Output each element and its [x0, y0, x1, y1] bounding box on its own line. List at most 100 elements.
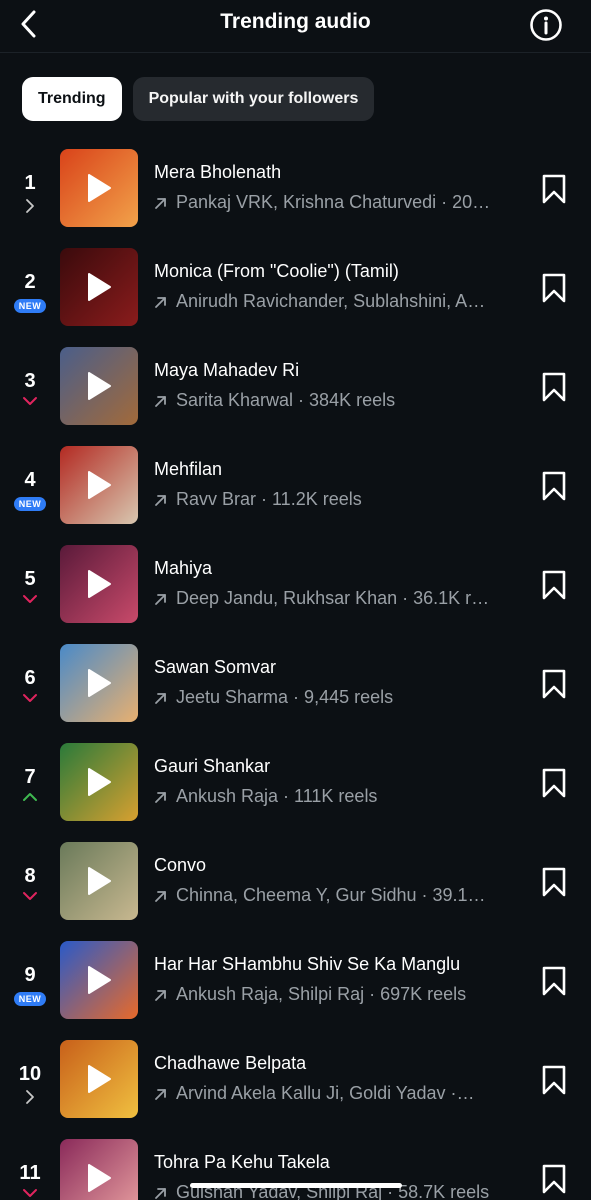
trend-down-icon — [23, 595, 37, 603]
save-audio-button[interactable] — [539, 1063, 569, 1097]
save-audio-button[interactable] — [539, 370, 569, 404]
rank-change-indicator — [0, 693, 60, 703]
rank-change-indicator: NEW — [0, 990, 60, 1006]
play-icon — [88, 273, 111, 301]
trend-up-icon — [23, 793, 37, 801]
rank-change-indicator: NEW — [0, 297, 60, 313]
save-audio-button[interactable] — [539, 964, 569, 998]
info-button[interactable] — [528, 7, 564, 43]
tab-popular-with-followers[interactable]: Popular with your followers — [132, 77, 375, 121]
track-row[interactable]: 2 NEW Monica (From "Coolie") (Tamil) Ani… — [0, 239, 591, 338]
track-row[interactable]: 1 Mera Bholenath Pankaj VRK, Krishna Cha… — [0, 140, 591, 239]
rank-column: 3 — [0, 338, 60, 437]
tab-trending[interactable]: Trending — [22, 77, 122, 121]
rank-column: 9 NEW — [0, 932, 60, 1031]
rank-number: 8 — [24, 865, 36, 887]
save-audio-button[interactable] — [539, 469, 569, 503]
track-title: Gauri Shankar — [154, 756, 271, 776]
track-title: Maya Mahadev Ri — [154, 360, 300, 380]
album-art[interactable] — [60, 347, 138, 425]
album-art[interactable] — [60, 1040, 138, 1118]
save-audio-button[interactable] — [539, 766, 569, 800]
track-title: Monica (From "Coolie") (Tamil) — [154, 261, 399, 281]
track-title: Mera Bholenath — [154, 162, 282, 182]
track-subtitle: Arvind Akela Kallu Ji, Goldi Yadav ·… — [154, 1083, 514, 1104]
album-art[interactable] — [60, 545, 138, 623]
track-subtitle: Sarita Kharwal · 384K reels — [154, 390, 514, 411]
track-title: Mahiya — [154, 558, 213, 578]
bookmark-icon — [542, 669, 566, 699]
play-icon-wrap — [60, 743, 138, 821]
album-art[interactable] — [60, 248, 138, 326]
track-artists-reels: Jeetu Sharma · 9,445 reels — [176, 687, 394, 707]
album-art[interactable] — [60, 743, 138, 821]
save-audio-button[interactable] — [539, 568, 569, 602]
track-row[interactable]: 4 NEW Mehfilan Ravv Brar · 11.2K reels — [0, 437, 591, 536]
track-title: Tohra Pa Kehu Takela — [154, 1152, 330, 1172]
play-icon-wrap — [60, 446, 138, 524]
rank-column: 1 — [0, 140, 60, 239]
track-title: Convo — [154, 855, 207, 875]
rank-number: 7 — [24, 766, 36, 788]
rank-change-indicator — [0, 1089, 60, 1105]
rank-number: 2 — [24, 271, 36, 293]
trending-arrow-icon — [154, 394, 168, 408]
play-icon-wrap — [60, 1139, 138, 1200]
rank-number: 6 — [24, 667, 36, 689]
rank-change-indicator — [0, 891, 60, 901]
track-title: Mehfilan — [154, 459, 223, 479]
trend-down-icon — [23, 397, 37, 405]
new-badge: NEW — [13, 299, 47, 313]
play-icon-wrap — [60, 644, 138, 722]
trending-arrow-icon — [154, 691, 168, 705]
play-icon — [88, 1164, 111, 1192]
rank-change-indicator — [0, 1188, 60, 1198]
trending-arrow-icon — [154, 1087, 168, 1101]
album-art[interactable] — [60, 1139, 138, 1200]
track-row[interactable]: 11 Tohra Pa Kehu Takela Gulshan Yadav, S… — [0, 1130, 591, 1200]
album-art[interactable] — [60, 842, 138, 920]
rank-column: 2 NEW — [0, 239, 60, 338]
track-row[interactable]: 8 Convo Chinna, Cheema Y, Gur Sidhu · 39… — [0, 833, 591, 932]
new-badge: NEW — [13, 497, 47, 511]
save-audio-button[interactable] — [539, 667, 569, 701]
track-subtitle: Deep Jandu, Rukhsar Khan · 36.1K r… — [154, 588, 514, 609]
track-artists-reels: Deep Jandu, Rukhsar Khan · 36.1K r… — [176, 588, 490, 608]
track-row[interactable]: 6 Sawan Somvar Jeetu Sharma · 9,445 reel… — [0, 635, 591, 734]
rank-column: 5 — [0, 536, 60, 635]
track-row[interactable]: 10 Chadhawe Belpata Arvind Akela Kallu J… — [0, 1031, 591, 1130]
save-audio-button[interactable] — [539, 865, 569, 899]
track-subtitle: Chinna, Cheema Y, Gur Sidhu · 39.1… — [154, 885, 514, 906]
track-row[interactable]: 5 Mahiya Deep Jandu, Rukhsar Khan · 36.1… — [0, 536, 591, 635]
track-subtitle: Pankaj VRK, Krishna Chaturvedi · 20… — [154, 192, 514, 213]
save-audio-button[interactable] — [539, 271, 569, 305]
trending-arrow-icon — [154, 889, 168, 903]
track-subtitle: Ankush Raja · 111K reels — [154, 786, 514, 807]
trending-arrow-icon — [154, 988, 168, 1002]
album-art[interactable] — [60, 446, 138, 524]
play-icon-wrap — [60, 149, 138, 227]
album-art[interactable] — [60, 941, 138, 1019]
track-artists-reels: Anirudh Ravichander, Sublahshini, A… — [176, 291, 486, 311]
trend-same-icon — [26, 1090, 34, 1104]
rank-change-indicator — [0, 594, 60, 604]
bookmark-icon — [542, 273, 566, 303]
track-artists-reels: Ankush Raja · 111K reels — [176, 786, 378, 806]
rank-change-indicator: NEW — [0, 495, 60, 511]
filter-tabs: Trending Popular with your followers — [22, 77, 375, 121]
track-row[interactable]: 9 NEW Har Har SHambhu Shiv Se Ka Manglu … — [0, 932, 591, 1031]
album-art[interactable] — [60, 644, 138, 722]
track-title: Sawan Somvar — [154, 657, 277, 677]
play-icon — [88, 174, 111, 202]
rank-column: 8 — [0, 833, 60, 932]
album-art[interactable] — [60, 149, 138, 227]
save-audio-button[interactable] — [539, 172, 569, 206]
track-row[interactable]: 7 Gauri Shankar Ankush Raja · 111K reels — [0, 734, 591, 833]
rank-column: 11 — [0, 1130, 60, 1200]
rank-change-indicator — [0, 396, 60, 406]
trend-same-icon — [26, 199, 34, 213]
trend-down-icon — [23, 1189, 37, 1197]
trend-down-icon — [23, 694, 37, 702]
track-row[interactable]: 3 Maya Mahadev Ri Sarita Kharwal · 384K … — [0, 338, 591, 437]
save-audio-button[interactable] — [539, 1162, 569, 1196]
